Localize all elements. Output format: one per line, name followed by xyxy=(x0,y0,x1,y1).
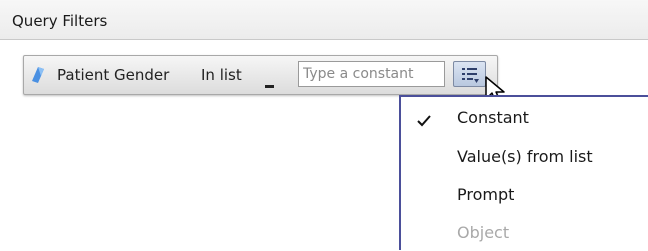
filter-operator[interactable]: In list xyxy=(201,66,242,84)
menu-item-object: Object xyxy=(401,213,648,251)
query-filters-header: Query Filters xyxy=(0,0,648,40)
operand-type-menu: Constant Value(s) from list Prompt Objec… xyxy=(399,95,648,250)
menu-item-prompt[interactable]: Prompt xyxy=(401,175,648,213)
menu-item-label: Object xyxy=(457,223,510,242)
list-picker-icon xyxy=(462,68,479,83)
menu-item-label: Prompt xyxy=(457,185,515,204)
checkmark-icon xyxy=(417,112,431,127)
filter-object-name[interactable]: Patient Gender xyxy=(57,66,169,84)
panel-title: Query Filters xyxy=(12,12,108,30)
constant-input[interactable] xyxy=(298,61,445,87)
operator-dropdown-icon[interactable] xyxy=(264,74,275,88)
operand-type-button[interactable] xyxy=(453,61,486,87)
menu-item-label: Value(s) from list xyxy=(457,147,593,166)
menu-item-values-from-list[interactable]: Value(s) from list xyxy=(401,137,648,175)
menu-item-label: Constant xyxy=(457,108,529,127)
dimension-icon xyxy=(32,67,44,83)
menu-item-constant[interactable]: Constant xyxy=(401,98,648,136)
filter-condition[interactable]: Patient Gender In list xyxy=(23,55,498,95)
